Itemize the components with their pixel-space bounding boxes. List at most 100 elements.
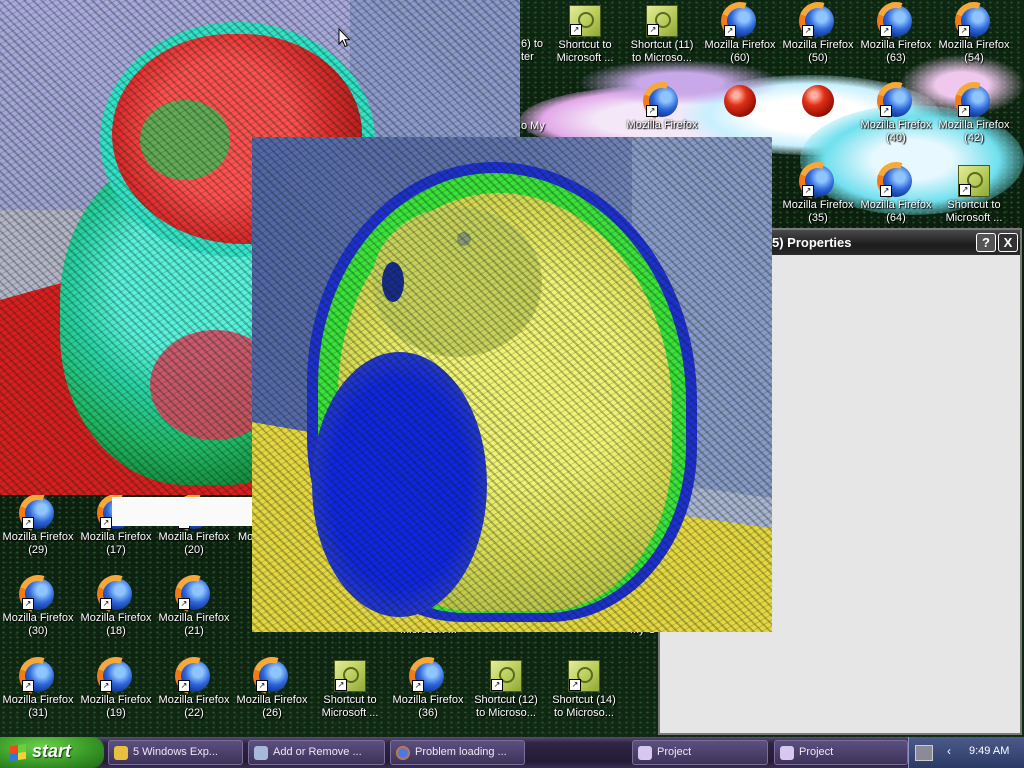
desktop-icon-firefox-54[interactable]: ↗ Mozilla Firefox (54) <box>936 5 1012 65</box>
add-remove-icon <box>254 746 268 760</box>
shortcut-arrow-icon: ↗ <box>880 105 892 117</box>
shortcut-arrow-icon: ↗ <box>959 184 971 196</box>
desktop-icon-firefox-35[interactable]: ↗ Mozilla Firefox (35) <box>780 165 856 225</box>
help-button[interactable]: ? <box>976 233 996 252</box>
task-button-project[interactable]: Project <box>632 740 768 765</box>
firefox-icon: ↗ <box>880 85 912 117</box>
icon-label: Mozilla Firefox (63) <box>860 39 932 64</box>
shortcut-arrow-icon: ↗ <box>335 679 347 691</box>
desktop-icon-firefox-29[interactable]: ↗ Mozilla Firefox (29) <box>0 497 76 557</box>
firefox-icon: ↗ <box>256 660 288 692</box>
shortcut-icon: ↗ <box>490 660 522 692</box>
shortcut-arrow-icon: ↗ <box>412 680 424 692</box>
icon-label: Mozilla Firefox (30) <box>2 612 74 637</box>
system-tray: ‹ 9:49 AM <box>908 737 1024 768</box>
shortcut-arrow-icon: ↗ <box>880 185 892 197</box>
icon-label-fragment: o My <box>521 120 545 132</box>
shortcut-arrow-icon: ↗ <box>880 25 892 37</box>
window-strip <box>112 497 252 526</box>
shortcut-icon: ↗ <box>334 660 366 692</box>
desktop-icon-red-orb[interactable] <box>702 85 778 119</box>
desktop-icon-firefox-26[interactable]: ↗ Mozilla Firefox (26) <box>234 660 310 720</box>
firefox-icon: ↗ <box>178 578 210 610</box>
desktop-icon-firefox-40[interactable]: ↗ Mozilla Firefox (40) <box>858 85 934 145</box>
desktop-icon-firefox-19[interactable]: ↗ Mozilla Firefox (19) <box>78 660 154 720</box>
desktop-icon-shortcut-12[interactable]: ↗ Shortcut (12) to Microso... <box>468 660 544 720</box>
windows-logo-icon <box>10 743 26 762</box>
desktop-icon-firefox-64[interactable]: ↗ Mozilla Firefox (64) <box>858 165 934 225</box>
desktop-icon-firefox-60[interactable]: ↗ Mozilla Firefox (60) <box>702 5 778 65</box>
task-button-project[interactable]: Project <box>774 740 908 765</box>
desktop-icon-shortcut-microsoft[interactable]: ↗ Shortcut to Microsoft ... <box>936 165 1012 225</box>
shortcut-arrow-icon: ↗ <box>178 680 190 692</box>
red-orb-icon <box>802 85 834 117</box>
desktop[interactable]: 6) to ter o My Mo Microsoft ... My C ↗ S… <box>0 0 1024 737</box>
firefox-icon: ↗ <box>22 660 54 692</box>
desktop-icon-firefox-63[interactable]: ↗ Mozilla Firefox (63) <box>858 5 934 65</box>
icon-label-fragment: 6) to <box>521 38 544 50</box>
desktop-icon-shortcut-microsoft[interactable]: ↗ Shortcut to Microsoft ... <box>312 660 388 720</box>
clock[interactable]: 9:49 AM <box>969 745 1009 757</box>
firefox-icon: ↗ <box>958 85 990 117</box>
shortcut-arrow-icon: ↗ <box>646 105 658 117</box>
task-button-problem-loading[interactable]: Problem loading ... <box>390 740 525 765</box>
shortcut-arrow-icon: ↗ <box>178 598 190 610</box>
desktop-icon-firefox-36[interactable]: ↗ Mozilla Firefox (36) <box>390 660 466 720</box>
shortcut-icon: ↗ <box>958 165 990 197</box>
firefox-icon: ↗ <box>178 660 210 692</box>
shortcut-arrow-icon: ↗ <box>22 517 34 529</box>
taskbar: start 5 Windows Exp... Add or Remove ...… <box>0 737 1024 768</box>
icon-label: Mozilla Firefox (19) <box>80 694 152 719</box>
icon-label: Mozilla Firefox (35) <box>782 199 854 224</box>
desktop-icon-firefox-18[interactable]: ↗ Mozilla Firefox (18) <box>78 578 154 638</box>
icon-label: Mozilla Firefox (22) <box>158 694 230 719</box>
firefox-icon: ↗ <box>22 578 54 610</box>
icon-label: Shortcut to Microsoft ... <box>556 39 614 64</box>
icon-label: Mozilla Firefox (36) <box>392 694 464 719</box>
shortcut-icon: ↗ <box>646 5 678 37</box>
desktop-icon-shortcut-11[interactable]: ↗ Shortcut (11) to Microso... <box>624 5 700 65</box>
icon-label: Mozilla Firefox (17) <box>80 531 152 556</box>
mouse-cursor-icon <box>338 28 351 48</box>
show-hidden-icons-chevron-icon[interactable]: ‹ <box>947 744 951 758</box>
network-icon[interactable] <box>915 745 933 761</box>
desktop-icon-firefox-50[interactable]: ↗ Mozilla Firefox (50) <box>780 5 856 65</box>
shortcut-arrow-icon: ↗ <box>491 679 503 691</box>
icon-label-fragment: Mo <box>238 531 254 543</box>
shortcut-arrow-icon: ↗ <box>570 24 582 36</box>
icon-label: Mozilla Firefox (40) <box>860 119 932 144</box>
desktop-icon-firefox-30[interactable]: ↗ Mozilla Firefox (30) <box>0 578 76 638</box>
task-label: Add or Remove ... <box>273 746 362 758</box>
firefox-icon: ↗ <box>100 578 132 610</box>
shortcut-arrow-icon: ↗ <box>802 185 814 197</box>
desktop-icon-firefox[interactable]: ↗ Mozilla Firefox <box>624 85 700 132</box>
icon-label: Mozilla Firefox (29) <box>2 531 74 556</box>
close-button[interactable]: X <box>998 233 1018 252</box>
icon-label: Mozilla Firefox (42) <box>938 119 1010 144</box>
firefox-icon: ↗ <box>880 5 912 37</box>
desktop-icon-firefox-31[interactable]: ↗ Mozilla Firefox (31) <box>0 660 76 720</box>
shortcut-arrow-icon: ↗ <box>647 24 659 36</box>
shortcut-arrow-icon: ↗ <box>22 680 34 692</box>
icon-label: Mozilla Firefox (64) <box>860 199 932 224</box>
start-button[interactable]: start <box>0 737 104 768</box>
icon-label: Mozilla Firefox (54) <box>938 39 1010 64</box>
picture-window-front[interactable] <box>252 137 772 632</box>
task-label: Project <box>657 746 692 758</box>
desktop-icon-shortcut-microsoft[interactable]: ↗ Shortcut to Microsoft ... <box>547 5 623 65</box>
desktop-icon-firefox-22[interactable]: ↗ Mozilla Firefox (22) <box>156 660 232 720</box>
icon-label: Mozilla Firefox (50) <box>782 39 854 64</box>
task-button-windows-explorer[interactable]: 5 Windows Exp... <box>108 740 243 765</box>
desktop-icon-firefox-21[interactable]: ↗ Mozilla Firefox (21) <box>156 578 232 638</box>
firefox-icon: ↗ <box>22 497 54 529</box>
desktop-icon-red-orb[interactable] <box>780 85 856 119</box>
firefox-icon: ↗ <box>724 5 756 37</box>
firefox-icon: ↗ <box>802 5 834 37</box>
icon-label: Mozilla Firefox (31) <box>2 694 74 719</box>
task-button-add-remove[interactable]: Add or Remove ... <box>248 740 385 765</box>
desktop-icon-shortcut-14[interactable]: ↗ Shortcut (14) to Microso... <box>546 660 622 720</box>
firefox-icon <box>396 746 410 760</box>
folder-icon <box>114 746 128 760</box>
start-label: start <box>32 741 72 761</box>
desktop-icon-firefox-42[interactable]: ↗ Mozilla Firefox (42) <box>936 85 1012 145</box>
